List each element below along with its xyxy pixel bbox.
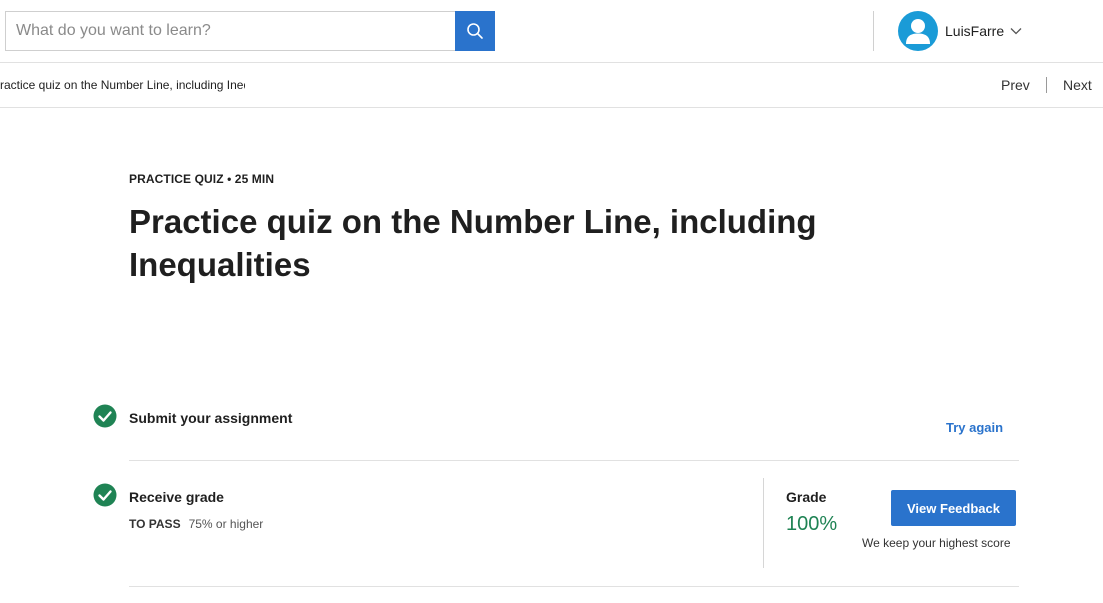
check-circle-icon <box>93 404 117 428</box>
pass-requirement: TO PASS 75% or higher <box>129 517 263 531</box>
search-button[interactable] <box>455 11 495 51</box>
highest-score-note: We keep your highest score <box>862 536 1011 550</box>
grade-divider <box>763 478 764 568</box>
submit-step-label: Submit your assignment <box>129 410 293 426</box>
breadcrumb-bar: Practice quiz on the Number Line, includ… <box>0 63 1103 108</box>
view-feedback-button[interactable]: View Feedback <box>891 490 1016 526</box>
grade-value: 100% <box>786 513 838 535</box>
page-title: Practice quiz on the Number Line, includ… <box>129 203 817 283</box>
receive-grade-label: Receive grade <box>129 489 224 505</box>
breadcrumb: Practice quiz on the Number Line, includ… <box>0 77 245 93</box>
check-circle-icon <box>93 483 117 507</box>
user-menu[interactable]: LuisFarre <box>898 11 1022 51</box>
user-avatar-icon <box>898 11 938 51</box>
to-pass-label: TO PASS <box>129 517 181 531</box>
header-divider <box>873 11 874 51</box>
breadcrumb-text: Practice quiz on the Number Line, includ… <box>0 78 245 92</box>
chevron-down-icon <box>1010 27 1022 35</box>
top-bar: LuisFarre <box>0 0 1103 63</box>
try-again-link[interactable]: Try again <box>946 420 1003 435</box>
search-bar <box>5 11 495 51</box>
step-divider <box>129 460 1019 461</box>
pager-divider <box>1046 77 1047 93</box>
search-input[interactable] <box>5 11 455 51</box>
step-divider <box>129 586 1019 587</box>
next-link[interactable]: Next <box>1063 76 1092 94</box>
username: LuisFarre <box>945 23 1005 39</box>
quiz-eyebrow: PRACTICE QUIZ • 25 MIN <box>129 172 275 186</box>
search-icon <box>467 23 483 39</box>
prev-link[interactable]: Prev <box>1001 76 1030 94</box>
to-pass-value: 75% or higher <box>188 517 264 531</box>
grade-label: Grade <box>786 489 827 505</box>
